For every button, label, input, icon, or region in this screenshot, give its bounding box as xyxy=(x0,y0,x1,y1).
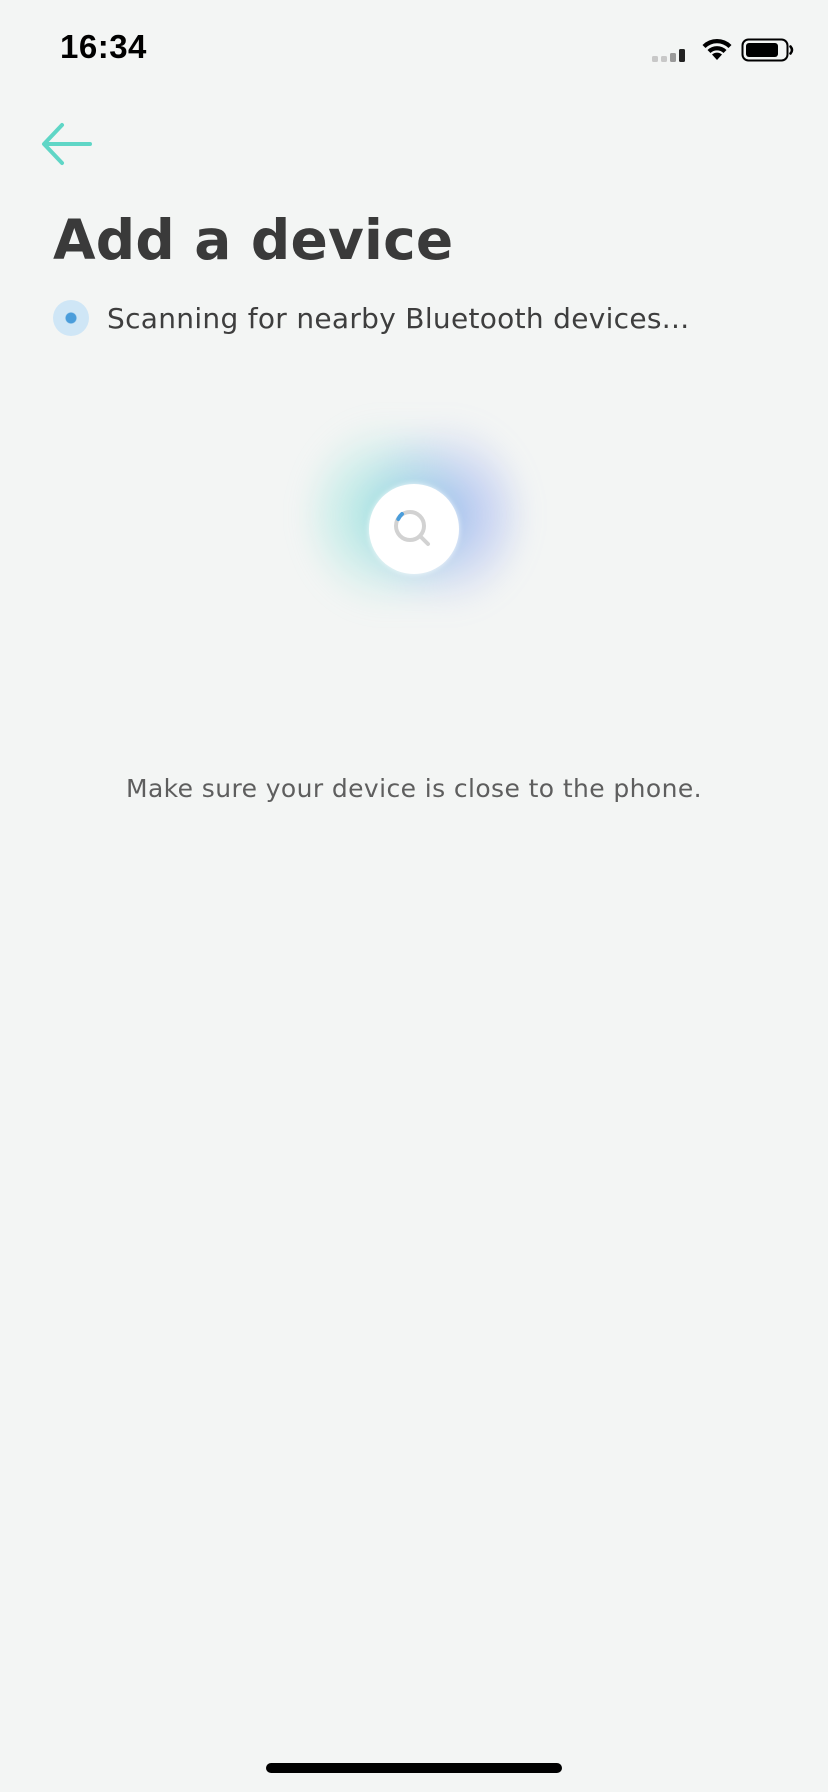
arrow-left-icon xyxy=(42,123,92,165)
home-indicator[interactable] xyxy=(266,1763,562,1773)
scan-status-text: Scanning for nearby Bluetooth devices... xyxy=(107,301,690,335)
page-title: Add a device xyxy=(53,208,454,272)
magnifier-icon xyxy=(394,510,430,546)
battery-icon xyxy=(741,38,794,62)
back-button[interactable] xyxy=(38,116,96,174)
scan-status: Scanning for nearby Bluetooth devices... xyxy=(53,298,689,338)
wifi-icon xyxy=(702,38,732,60)
cellular-signal-icon xyxy=(652,49,685,62)
status-bar: 16:34 xyxy=(0,0,828,100)
hint-text: Make sure your device is close to the ph… xyxy=(125,774,702,803)
scanning-dot-icon xyxy=(53,300,89,336)
status-time: 16:34 xyxy=(60,28,147,65)
